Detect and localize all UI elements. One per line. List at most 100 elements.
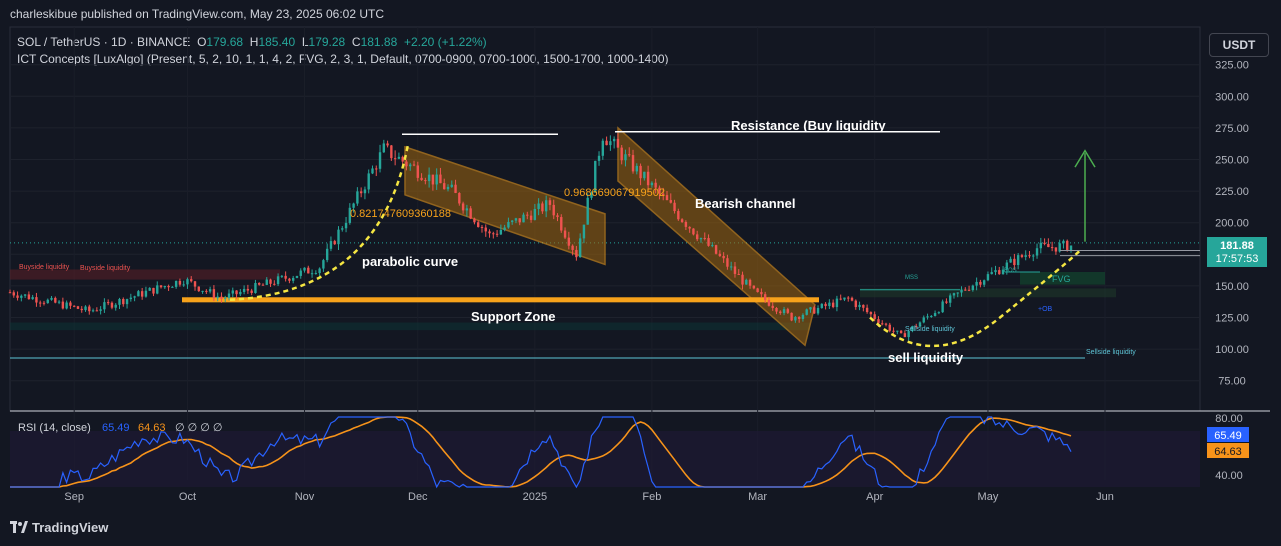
candle-up [303, 267, 306, 271]
candle-up [133, 296, 136, 298]
time-tick-label: 2025 [523, 491, 547, 503]
candle-down [945, 301, 948, 303]
candle-up [227, 293, 231, 299]
candle-down [122, 298, 125, 305]
candle-up [522, 214, 525, 223]
candle-down [767, 300, 771, 306]
candle-up [582, 224, 586, 239]
candle-down [140, 291, 144, 297]
price-tick-label: 125.00 [1215, 313, 1249, 325]
candle-down [571, 245, 574, 250]
candle-up [239, 291, 242, 295]
candle-down [673, 202, 676, 212]
candle-down [8, 292, 12, 294]
candle-up [597, 155, 601, 161]
candle-down [567, 237, 571, 246]
rsi-tick-40: 40.00 [1215, 470, 1243, 482]
chart-canvas[interactable]: parabolic curve Support Zone Resistance (B… [0, 0, 1281, 546]
candle-down [167, 286, 170, 288]
candle-down [888, 324, 891, 331]
candle-down [541, 203, 544, 212]
candle-up [171, 286, 174, 288]
candle-down [1066, 240, 1069, 251]
candle-down [480, 226, 484, 228]
candle-up [835, 298, 839, 308]
rsi-value-inline: 65.49 [102, 422, 130, 434]
candle-down [786, 309, 790, 313]
candle-up [295, 275, 299, 278]
price-tick-label: 75.00 [1218, 376, 1246, 388]
candle-down [205, 290, 208, 292]
candle-down [16, 295, 19, 298]
time-axis: Sep Oct Nov Dec 2025 Feb Mar Apr May Jun [64, 491, 1113, 503]
candle-up [137, 291, 140, 297]
price-tick-label: 225.00 [1215, 186, 1249, 198]
candle-up [186, 279, 189, 285]
candle-down [892, 330, 895, 332]
candle-down [193, 281, 197, 287]
candle-up [20, 295, 23, 298]
candle-down [605, 140, 608, 146]
candle-down [790, 312, 793, 321]
candle-down [831, 302, 835, 308]
candle-down [813, 307, 816, 314]
candle-up [801, 314, 805, 319]
candle-up [982, 280, 986, 285]
candle-up [514, 218, 518, 221]
candle-down [526, 214, 529, 216]
candle-up [337, 229, 340, 245]
candle-up [242, 288, 246, 292]
candle-down [847, 297, 850, 299]
candle-down [469, 208, 472, 219]
candle-down [54, 297, 57, 303]
candle-up [103, 302, 106, 310]
candle-up [224, 298, 227, 300]
candle-down [258, 282, 261, 285]
price-tick-label: 150.00 [1215, 281, 1249, 293]
candle-down [881, 323, 884, 325]
candle-down [61, 301, 65, 309]
candle-up [46, 299, 49, 304]
candle-up [933, 313, 937, 317]
candle-down [684, 221, 688, 227]
support-zone-label: Support Zone [471, 309, 556, 324]
candle-down [733, 266, 737, 274]
candle-down [669, 200, 672, 203]
support-zone-bar [182, 297, 819, 303]
bearish-channel-label: Bearish channel [695, 196, 795, 211]
time-tick-label: Mar [748, 491, 767, 503]
candle-up [1032, 255, 1035, 257]
time-tick-label: Oct [179, 491, 196, 503]
candle-down [27, 294, 31, 300]
candle-up [805, 309, 808, 315]
candle-down [178, 280, 182, 285]
candle-up [156, 285, 159, 294]
channel-2 [617, 126, 816, 347]
candle-up [174, 280, 178, 287]
zones [10, 126, 1200, 359]
candle-up [711, 245, 714, 247]
candle-down [756, 288, 759, 293]
candle-down [646, 171, 650, 186]
tradingview-brand[interactable]: TradingView [10, 520, 108, 535]
candle-up [937, 312, 941, 314]
candle-down [95, 310, 99, 312]
candle-up [994, 270, 997, 273]
candle-up [971, 285, 975, 291]
sellside-label: Sellside liquidity [1086, 349, 1136, 356]
candle-up [507, 221, 510, 228]
rsi-value-label: 65.49 [1214, 430, 1242, 442]
candle-up [99, 309, 102, 311]
candle-down [106, 302, 110, 304]
bos-label: BOS [1004, 268, 1017, 274]
candle-up [794, 317, 797, 321]
candle-down [284, 275, 287, 279]
candle-down [1043, 242, 1046, 244]
candle-up [314, 273, 318, 275]
candle-down [1020, 255, 1024, 257]
candle-down [152, 287, 155, 294]
candle-up [499, 229, 503, 235]
candle-up [329, 241, 333, 249]
candle-up [1016, 255, 1020, 266]
candle-up [118, 298, 121, 305]
